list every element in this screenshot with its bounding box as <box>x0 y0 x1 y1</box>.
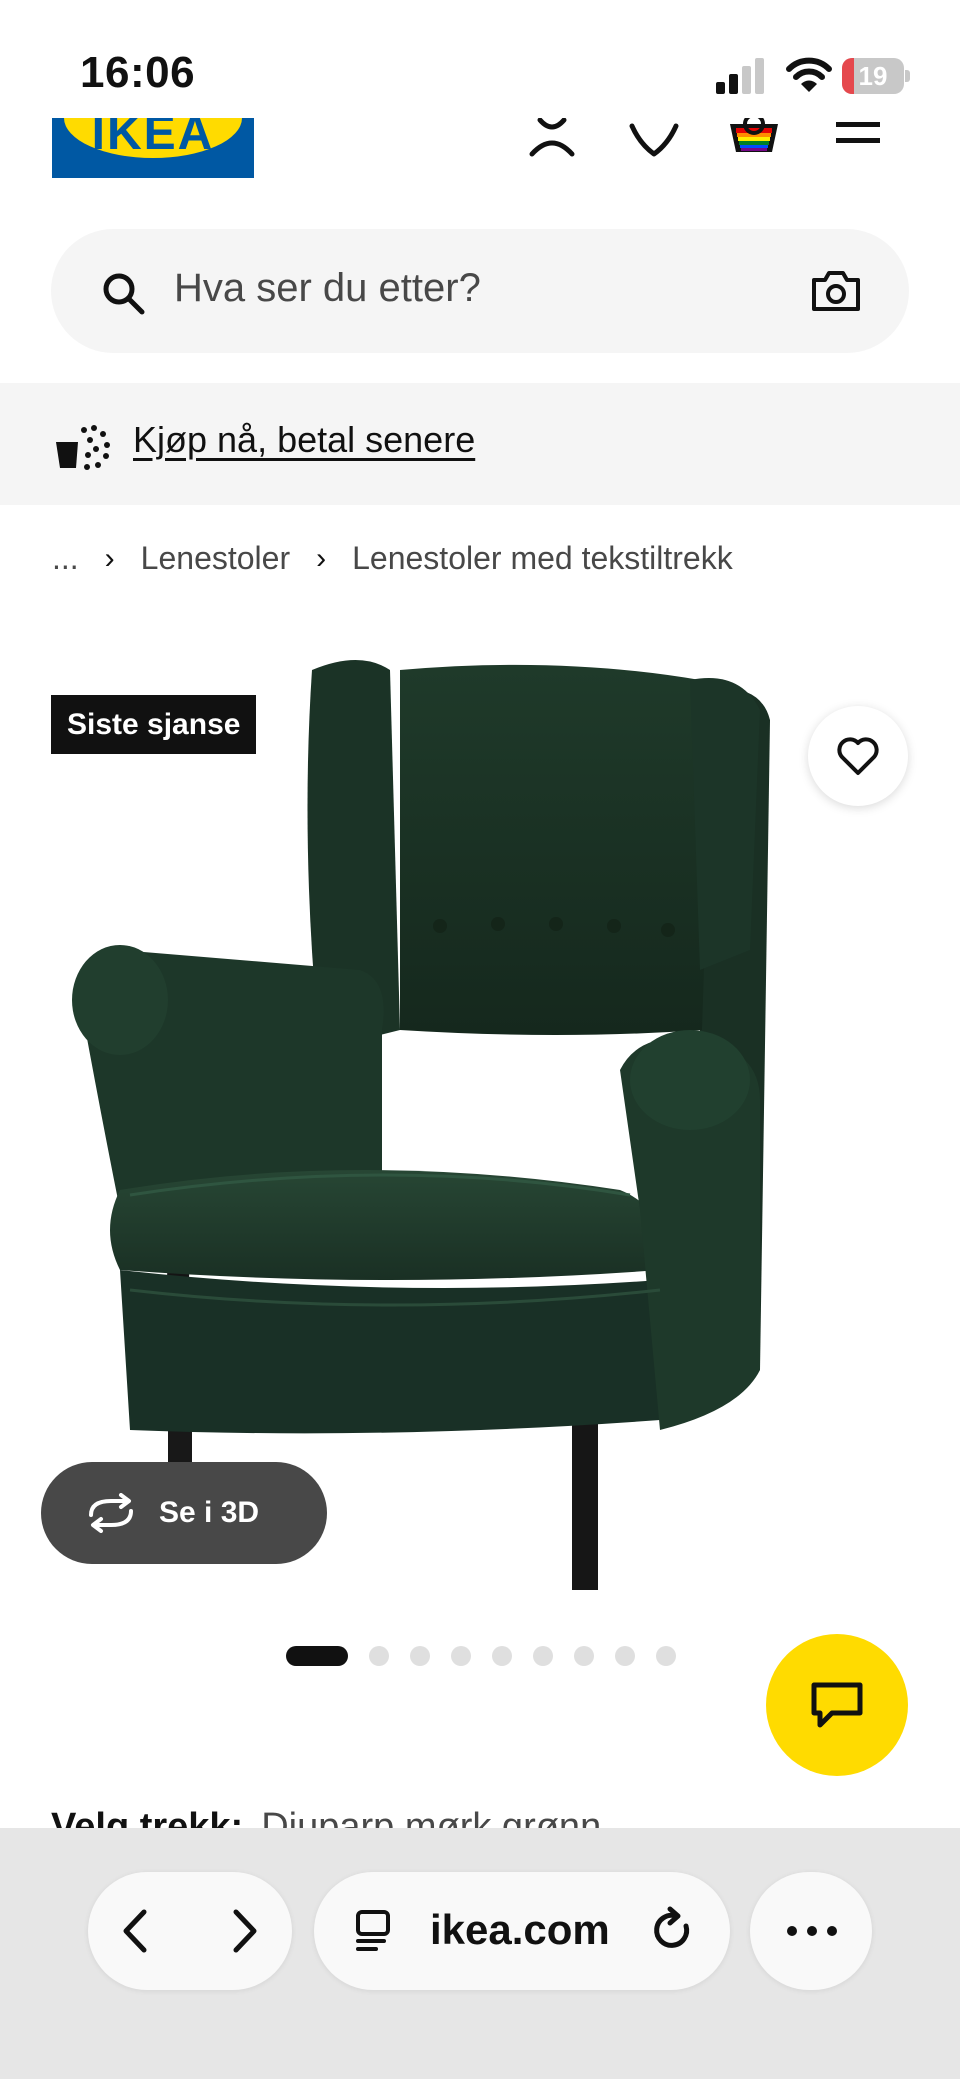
carousel-dot[interactable] <box>656 1646 676 1666</box>
tabs-icon[interactable] <box>354 1908 396 1954</box>
carousel-dot[interactable] <box>492 1646 512 1666</box>
chevron-right-icon: › <box>104 541 115 575</box>
forward-icon[interactable] <box>224 1906 264 1956</box>
battery-percent: 19 <box>858 61 888 91</box>
chat-icon <box>811 1682 863 1728</box>
status-time: 16:06 <box>80 48 196 97</box>
reload-icon[interactable] <box>650 1906 696 1956</box>
breadcrumb-ellipsis[interactable]: ... <box>52 540 79 577</box>
chevron-right-icon: › <box>316 541 327 575</box>
account-icon[interactable] <box>524 118 580 162</box>
image-carousel-dots[interactable] <box>286 1646 676 1666</box>
wifi-icon <box>786 57 832 92</box>
breadcrumb-item-tekstiltrekk[interactable]: Lenestoler med tekstiltrekk <box>352 540 733 577</box>
view-in-3d-button[interactable]: Se i 3D <box>41 1462 327 1564</box>
bag-icon[interactable] <box>726 118 782 162</box>
last-chance-badge: Siste sjanse <box>51 695 257 754</box>
product-image[interactable] <box>60 650 880 1590</box>
ikea-logo[interactable]: IKEA <box>52 118 254 178</box>
breadcrumb-item-lenestoler[interactable]: Lenestoler <box>141 540 290 577</box>
pay-later-link[interactable]: Kjøp nå, betal senere <box>133 419 475 461</box>
search-input[interactable]: Hva ser du etter? <box>174 266 481 311</box>
more-icon[interactable] <box>784 1918 840 1944</box>
heart-icon <box>837 737 879 775</box>
carousel-dot[interactable] <box>286 1646 348 1666</box>
menu-icon[interactable] <box>830 118 886 162</box>
signal-icon <box>716 58 764 94</box>
rotate-3d-icon <box>89 1493 133 1533</box>
add-to-wishlist-button[interactable] <box>808 706 908 806</box>
carousel-dot[interactable] <box>615 1646 635 1666</box>
carousel-dot[interactable] <box>533 1646 553 1666</box>
url-text[interactable]: ikea.com <box>430 1906 610 1954</box>
carousel-dot[interactable] <box>369 1646 389 1666</box>
view-in-3d-label: Se i 3D <box>159 1496 260 1529</box>
search-icon <box>103 273 145 315</box>
battery-indicator: 19 <box>842 58 910 94</box>
carousel-dot[interactable] <box>574 1646 594 1666</box>
back-icon[interactable] <box>116 1906 156 1956</box>
camera-icon[interactable] <box>810 268 862 314</box>
carousel-dot[interactable] <box>451 1646 471 1666</box>
carousel-dot[interactable] <box>410 1646 430 1666</box>
wishlist-icon[interactable] <box>626 118 682 162</box>
breadcrumb: ... › Lenestoler › Lenestoler med teksti… <box>52 540 733 577</box>
installment-icon <box>56 425 110 470</box>
logo-text: IKEA <box>91 118 215 160</box>
chat-button[interactable] <box>766 1634 908 1776</box>
